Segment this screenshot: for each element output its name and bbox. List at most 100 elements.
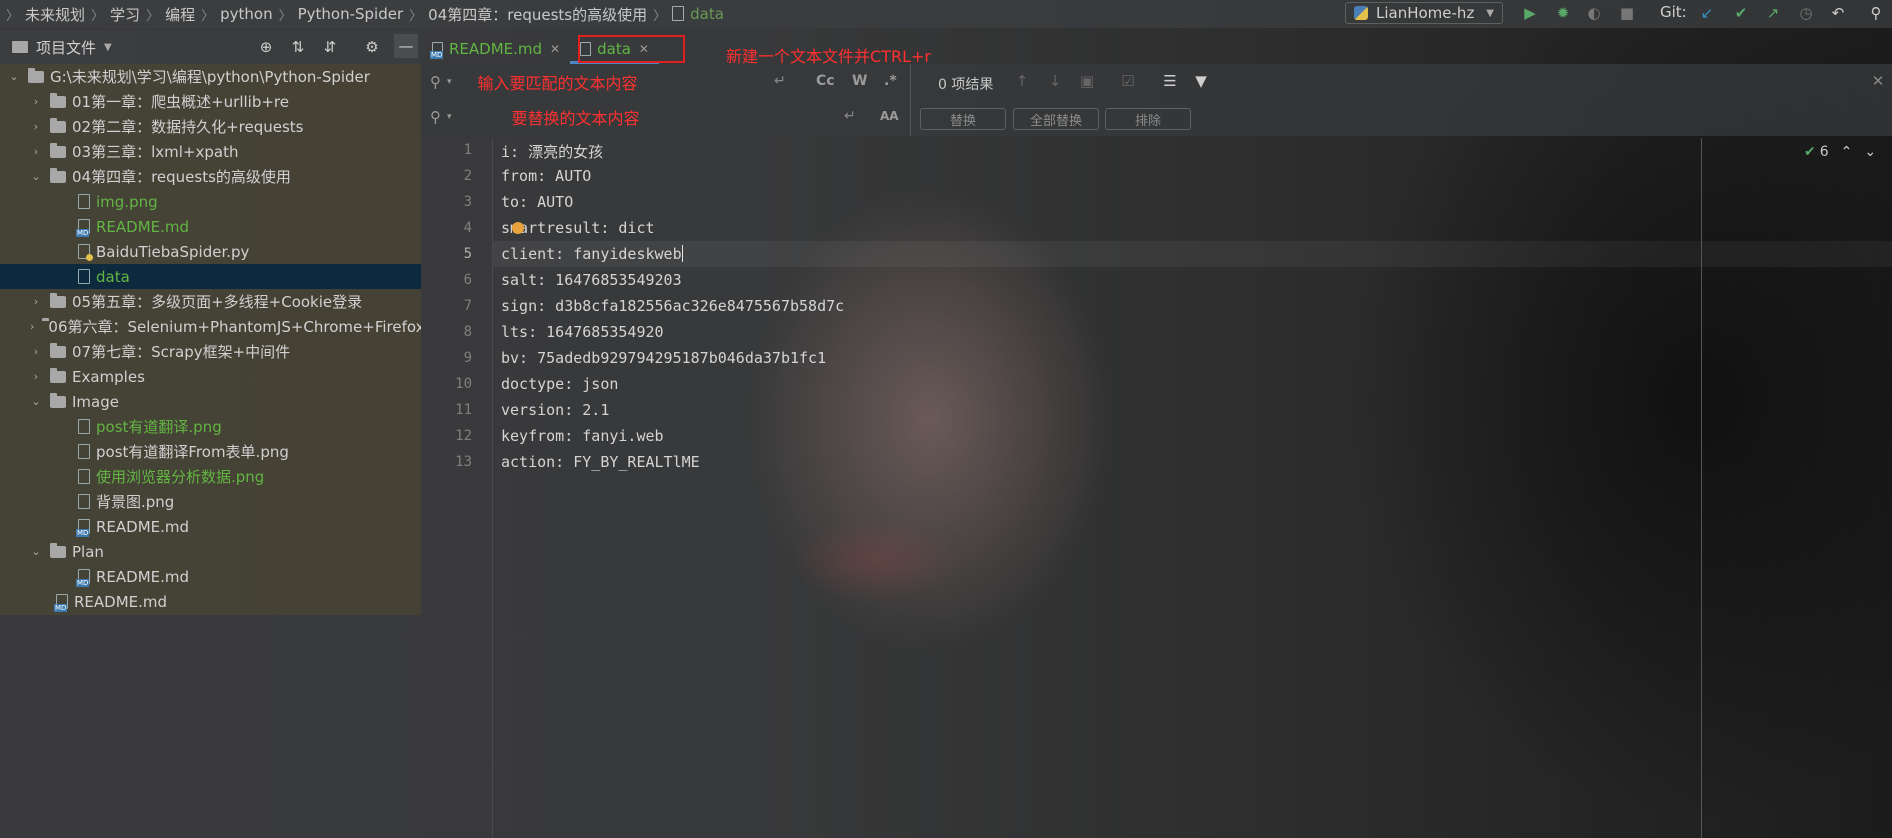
tree-item-file[interactable]: README.md: [0, 564, 421, 589]
search-icon: ⚲: [430, 108, 441, 126]
tree-item-folder[interactable]: ⌄ Image: [0, 389, 421, 414]
next-occurrence-icon[interactable]: ↓: [1045, 71, 1065, 91]
history-icon[interactable]: ◷: [1796, 3, 1816, 23]
git-commit-icon[interactable]: ✔: [1731, 3, 1751, 23]
tree-item-folder[interactable]: ⌄ Plan: [0, 539, 421, 564]
filter-icon[interactable]: ▼: [1191, 71, 1211, 91]
tree-item-folder[interactable]: › 01第一章：爬虫概述+urllib+re: [0, 89, 421, 114]
tree-item-file-selected[interactable]: data: [0, 264, 421, 289]
intention-bulb-icon[interactable]: [512, 222, 524, 234]
tree-item-file[interactable]: README.md: [0, 589, 421, 614]
chevron-right-icon[interactable]: ›: [30, 95, 42, 108]
line-number: 7: [463, 298, 472, 314]
tree-item-folder[interactable]: › Examples: [0, 364, 421, 389]
words-toggle[interactable]: W: [852, 73, 867, 89]
chevron-down-icon[interactable]: ⌄: [30, 395, 42, 408]
tab-readme[interactable]: README.md ✕: [422, 33, 570, 64]
chevron-down-icon[interactable]: ▼: [104, 42, 112, 53]
chevron-down-icon[interactable]: ▾: [447, 77, 452, 87]
line-number-gutter: 1 2 3 4 5 6 7 8 9 10 11 12 13: [422, 138, 492, 838]
close-icon[interactable]: ✕: [1868, 71, 1888, 91]
chevron-down-icon[interactable]: ▾: [447, 112, 452, 122]
chevron-right-icon[interactable]: ›: [30, 370, 42, 383]
breadcrumb-item-file[interactable]: data: [668, 5, 728, 23]
chevron-down-icon[interactable]: ⌄: [8, 70, 20, 83]
breadcrumb-item[interactable]: Python-Spider: [294, 5, 408, 23]
stop-icon[interactable]: ■: [1617, 3, 1637, 23]
breadcrumb-item[interactable]: 04第四章：requests的高级使用: [424, 4, 651, 25]
format-icon[interactable]: ☰: [1160, 71, 1180, 91]
tree-item-folder[interactable]: › 02第二章：数据持久化+requests: [0, 114, 421, 139]
collapse-all-icon[interactable]: ⇵: [320, 37, 340, 57]
inspection-widget[interactable]: ✔ 6 ⌃ ⌄: [1804, 144, 1876, 160]
inspection-count: 6: [1819, 144, 1829, 160]
project-panel-title[interactable]: 项目文件: [36, 37, 96, 58]
replace-input[interactable]: ⚲ ▾ 要替换的文本内容 ↵ AA: [424, 101, 910, 133]
run-icon[interactable]: ▶: [1520, 3, 1540, 23]
annotation-box: [578, 35, 685, 63]
chevron-right-icon[interactable]: ›: [30, 320, 34, 333]
replace-all-button[interactable]: 全部替换: [1013, 108, 1099, 130]
hide-panel-icon[interactable]: —: [394, 34, 418, 58]
chevron-right-icon[interactable]: ›: [30, 145, 42, 158]
locate-file-icon[interactable]: ⊕: [256, 37, 276, 57]
code-line: keyfrom: fanyi.web: [501, 427, 664, 445]
gear-icon[interactable]: ⚙: [362, 37, 382, 57]
new-line-icon[interactable]: ↵: [774, 73, 786, 89]
match-case-toggle[interactable]: Cc: [816, 73, 835, 89]
profile-icon[interactable]: ◐: [1584, 3, 1604, 23]
tree-item-file[interactable]: img.png: [0, 189, 421, 214]
tree-item-root[interactable]: ⌄ G:\未来规划\学习\编程\python\Python-Spider: [0, 64, 421, 89]
project-panel-header: 项目文件 ▼ ⊕ ⇅ ⇵ ⚙ —: [0, 30, 420, 64]
new-line-icon[interactable]: ↵: [844, 108, 856, 124]
tree-item-folder[interactable]: › 07第七章：Scrapy框架+中间件: [0, 339, 421, 364]
breadcrumb-item[interactable]: python: [216, 5, 276, 23]
code-editor[interactable]: i: 漂亮的女孩 from: AUTO to: AUTO smartresult…: [493, 138, 1892, 838]
chevron-down-icon[interactable]: ⌄: [30, 545, 42, 558]
chevron-up-icon[interactable]: ⌃: [1841, 144, 1853, 160]
debug-icon[interactable]: ✹: [1553, 3, 1573, 23]
chevron-down-icon[interactable]: ⌄: [30, 170, 42, 183]
tree-item-file[interactable]: BaiduTiebaSpider.py: [0, 239, 421, 264]
tree-item-folder[interactable]: ⌄ 04第四章：requests的高级使用: [0, 164, 421, 189]
chevron-down-icon[interactable]: ⌄: [1864, 144, 1876, 160]
search-icon[interactable]: ⚲: [1866, 3, 1886, 23]
divider: [910, 64, 911, 136]
select-all-icon[interactable]: ▣: [1077, 71, 1097, 91]
find-input[interactable]: ⚲ ▾ 输入要匹配的文本内容 ↵ Cc W .*: [424, 66, 910, 98]
in-selection-icon[interactable]: ☑: [1118, 71, 1138, 91]
tree-item-folder[interactable]: › 03第三章：lxml+xpath: [0, 139, 421, 164]
preserve-case-toggle[interactable]: AA: [880, 109, 899, 123]
close-icon[interactable]: ✕: [550, 42, 560, 56]
previous-occurrence-icon[interactable]: ↑: [1012, 71, 1032, 91]
tree-item-file[interactable]: README.md: [0, 214, 421, 239]
tree-item-file[interactable]: 背景图.png: [0, 489, 421, 514]
find-annotation: 输入要匹配的文本内容: [477, 74, 638, 93]
tree-item-file[interactable]: post有道翻译.png: [0, 414, 421, 439]
chevron-right-icon[interactable]: ›: [30, 345, 42, 358]
breadcrumb: 〉 未来规划 〉 学习 〉 编程 〉 python 〉 Python-Spide…: [0, 0, 728, 28]
chevron-right-icon[interactable]: ›: [30, 120, 42, 133]
chevron-right-icon[interactable]: ›: [30, 295, 42, 308]
breadcrumb-item[interactable]: 学习: [106, 4, 144, 25]
run-configuration-label: LianHome-hz: [1376, 4, 1475, 22]
tree-item-file[interactable]: post有道翻译From表单.png: [0, 439, 421, 464]
git-push-icon[interactable]: ↗: [1763, 3, 1783, 23]
rollback-icon[interactable]: ↶: [1828, 3, 1848, 23]
breadcrumb-item[interactable]: 编程: [161, 4, 199, 25]
tree-item-file[interactable]: README.md: [0, 514, 421, 539]
exclude-button[interactable]: 排除: [1105, 108, 1191, 130]
regex-toggle[interactable]: .*: [884, 73, 897, 89]
breadcrumb-item[interactable]: 未来规划: [21, 4, 89, 25]
tree-item-folder[interactable]: › 05第五章：多级页面+多线程+Cookie登录: [0, 289, 421, 314]
tree-item-folder[interactable]: › 06第六章：Selenium+PhantomJS+Chrome+Firefox: [0, 314, 421, 339]
replace-annotation: 要替换的文本内容: [511, 109, 640, 128]
expand-all-icon[interactable]: ⇅: [288, 37, 308, 57]
replace-button[interactable]: 替换: [920, 108, 1006, 130]
tree-item-file[interactable]: 使用浏览器分析数据.png: [0, 464, 421, 489]
run-configuration-select[interactable]: LianHome-hz ▼: [1345, 2, 1503, 24]
code-line: action: FY_BY_REALTlME: [501, 453, 700, 471]
git-update-icon[interactable]: ↙: [1697, 3, 1717, 23]
code-line: lts: 1647685354920: [501, 323, 664, 341]
markdown-file-icon: [76, 219, 90, 237]
